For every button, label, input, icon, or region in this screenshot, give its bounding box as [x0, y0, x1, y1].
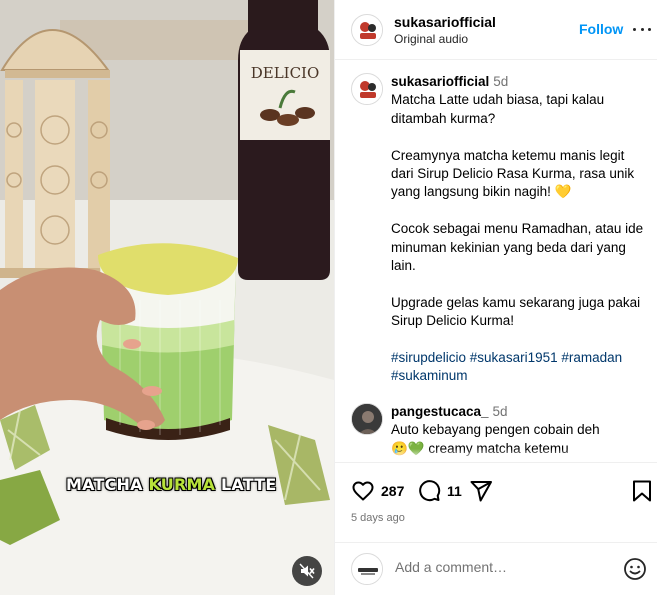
user-photo-icon — [352, 404, 382, 434]
sukasari-logo-icon — [353, 75, 382, 104]
speaker-muted-icon — [299, 563, 315, 579]
caption-line-4: Upgrade gelas kamu sekarang juga pakai S… — [391, 294, 641, 329]
save-action[interactable] — [631, 479, 653, 503]
video-caption-highlight: KURMA — [148, 475, 216, 494]
bookmark-icon — [633, 480, 651, 502]
caption-line-3: Cocok sebagai menu Ramadhan, atau ide mi… — [391, 221, 644, 274]
post-media-video[interactable]: DELICIO MATCHA KURMA LATTE — [0, 0, 334, 595]
caption-author-avatar[interactable] — [351, 73, 383, 105]
caption-username[interactable]: sukasariofficial — [391, 74, 489, 89]
comment-text: Auto kebayang pengen cobain deh — [391, 422, 600, 438]
comment-action[interactable]: 11 — [417, 479, 462, 503]
follow-button[interactable]: Follow — [579, 21, 623, 37]
caption-hashtags[interactable]: #sirupdelicio #sukasari1951 #ramadan #su… — [391, 349, 646, 386]
caption-line-1: Matcha Latte udah biasa, tapi kalau dita… — [391, 92, 605, 126]
add-comment-input[interactable]: Add a comment… — [395, 559, 507, 575]
current-user-avatar — [351, 553, 383, 585]
post-actions-bar: 287 11 5 days ago — [335, 462, 657, 542]
share-action[interactable] — [469, 479, 493, 503]
post-header: sukasariofficial Original audio Follow — [335, 0, 657, 60]
video-frame: DELICIO — [0, 0, 334, 595]
more-options-icon[interactable] — [633, 21, 651, 37]
commenter-username[interactable]: pangestucaca_ — [391, 404, 489, 419]
bottle-label: DELICIO — [251, 64, 320, 82]
share-paper-plane-icon — [470, 481, 492, 502]
add-comment-bar: Add a comment… — [335, 542, 657, 595]
comment-count[interactable]: 11 — [447, 483, 462, 499]
post-caption: sukasariofficial 5d Matcha Latte udah bia… — [391, 73, 646, 386]
video-caption-prefix: MATCHA — [66, 475, 143, 494]
mute-button[interactable] — [292, 556, 322, 586]
comment-bubble-icon — [419, 480, 441, 502]
caption-time[interactable]: 5d — [493, 74, 508, 89]
caption-line-2: Creamynya matcha ketemu manis legit dari… — [391, 147, 635, 200]
comments-section: sukasariofficial 5d Matcha Latte udah bia… — [335, 61, 657, 461]
video-caption-suffix: LATTE — [221, 475, 277, 494]
heart-icon — [352, 481, 374, 501]
author-username[interactable]: sukasariofficial — [394, 14, 496, 30]
author-avatar[interactable] — [351, 14, 383, 46]
post-details-panel: sukasariofficial Original audio Follow s… — [334, 0, 657, 595]
syrup-bottle: DELICIO — [238, 0, 330, 280]
like-count[interactable]: 287 — [381, 483, 404, 499]
lantern-decoration — [0, 29, 112, 278]
smiley-icon — [624, 558, 646, 580]
audio-link[interactable]: Original audio — [394, 32, 468, 46]
emoji-button[interactable] — [623, 557, 647, 586]
video-text-overlay: MATCHA KURMA LATTE — [66, 475, 276, 494]
comment-time[interactable]: 5d — [493, 404, 508, 419]
sukasari-logo-icon — [353, 16, 382, 45]
post-timestamp[interactable]: 5 days ago — [351, 512, 405, 524]
scroll-fade — [335, 449, 657, 461]
like-action[interactable]: 287 — [351, 479, 404, 503]
commenter-avatar[interactable] — [351, 403, 383, 435]
brand-logo-icon — [353, 555, 382, 584]
